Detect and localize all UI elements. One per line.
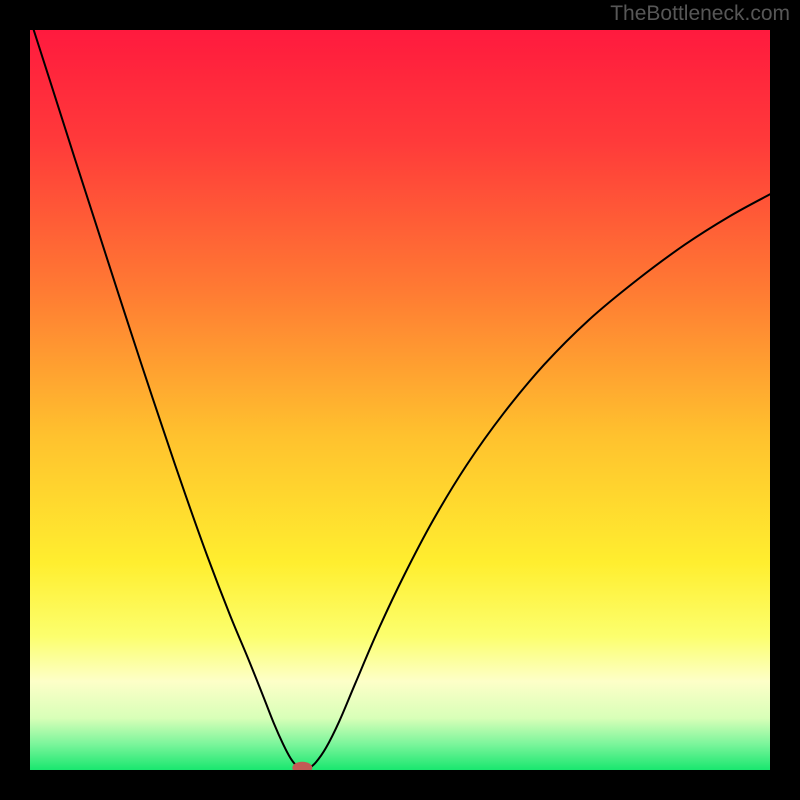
chart-svg [30, 30, 770, 770]
plot-area [30, 30, 770, 770]
chart-frame: TheBottleneck.com [0, 0, 800, 800]
gradient-background [30, 30, 770, 770]
attribution-label: TheBottleneck.com [610, 2, 790, 26]
